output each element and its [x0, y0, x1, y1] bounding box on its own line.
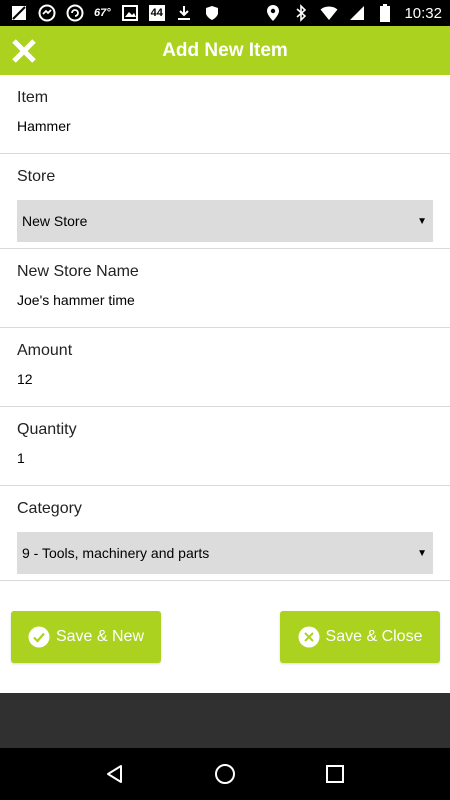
item-field: Item Hammer [0, 75, 450, 154]
location-icon [264, 4, 282, 22]
app-bar: Add New Item [0, 26, 450, 75]
download-icon [175, 4, 193, 22]
system-nav-bar [0, 748, 450, 800]
clock-text: 10:32 [404, 4, 442, 22]
quantity-label: Quantity [17, 421, 77, 438]
close-button[interactable] [10, 37, 38, 65]
back-triangle-icon [107, 765, 122, 783]
category-select[interactable]: 9 - Tools, machinery and parts ▼ [17, 532, 433, 574]
quantity-field: Quantity 1 [0, 407, 450, 486]
home-button[interactable] [205, 754, 245, 794]
save-and-close-button[interactable]: Save & Close [280, 611, 440, 663]
category-field: Category 9 - Tools, machinery and parts … [0, 486, 450, 581]
temperature-text: 67° [94, 7, 111, 19]
category-selected-value: 9 - Tools, machinery and parts [22, 545, 210, 561]
add-item-form: Item Hammer Store New Store ▼ New Store … [0, 75, 450, 581]
save-and-new-button[interactable]: Save & New [11, 611, 161, 663]
store-select[interactable]: New Store ▼ [17, 200, 433, 242]
sync-icon [66, 4, 84, 22]
item-input[interactable]: Hammer [17, 116, 433, 136]
store-selected-value: New Store [22, 213, 88, 229]
new-store-name-label: New Store Name [17, 263, 139, 280]
battery-icon [376, 4, 394, 22]
wifi-icon [320, 4, 338, 22]
check-circle-icon [28, 626, 50, 648]
save-and-new-label: Save & New [55, 628, 145, 645]
recents-button[interactable] [315, 754, 355, 794]
amount-input[interactable]: 12 [17, 369, 433, 389]
back-button[interactable] [95, 754, 135, 794]
store-label: Store [17, 168, 56, 185]
status-bar: 67° 44 10:32 [0, 0, 450, 26]
bottom-panel [0, 693, 450, 748]
bluetooth-icon [292, 4, 310, 22]
save-and-close-label: Save & Close [325, 628, 423, 645]
recents-square-icon [326, 765, 344, 783]
action-buttons: Save & New Save & Close [0, 611, 450, 663]
category-label: Category [17, 500, 82, 517]
messenger-icon [38, 4, 56, 22]
status-bar-right: 10:32 [264, 0, 442, 26]
cell-signal-icon [348, 4, 366, 22]
no-signal-icon [10, 4, 28, 22]
close-icon [12, 39, 36, 63]
new-store-name-field: New Store Name Joe's hammer time [0, 249, 450, 328]
shield-icon [203, 4, 221, 22]
page-title: Add New Item [162, 39, 288, 61]
quantity-input[interactable]: 1 [17, 448, 433, 468]
notification-badge: 44 [148, 5, 165, 21]
amount-field: Amount 12 [0, 328, 450, 407]
dropdown-arrow-icon: ▼ [417, 547, 427, 559]
item-label: Item [17, 89, 49, 106]
new-store-name-input[interactable]: Joe's hammer time [17, 290, 433, 310]
store-field: Store New Store ▼ [0, 154, 450, 249]
dropdown-arrow-icon: ▼ [417, 215, 427, 227]
status-bar-left: 67° 44 [10, 0, 221, 26]
amount-label: Amount [17, 342, 73, 359]
image-icon [121, 4, 139, 22]
close-circle-icon [298, 626, 320, 648]
home-circle-icon [215, 764, 235, 784]
